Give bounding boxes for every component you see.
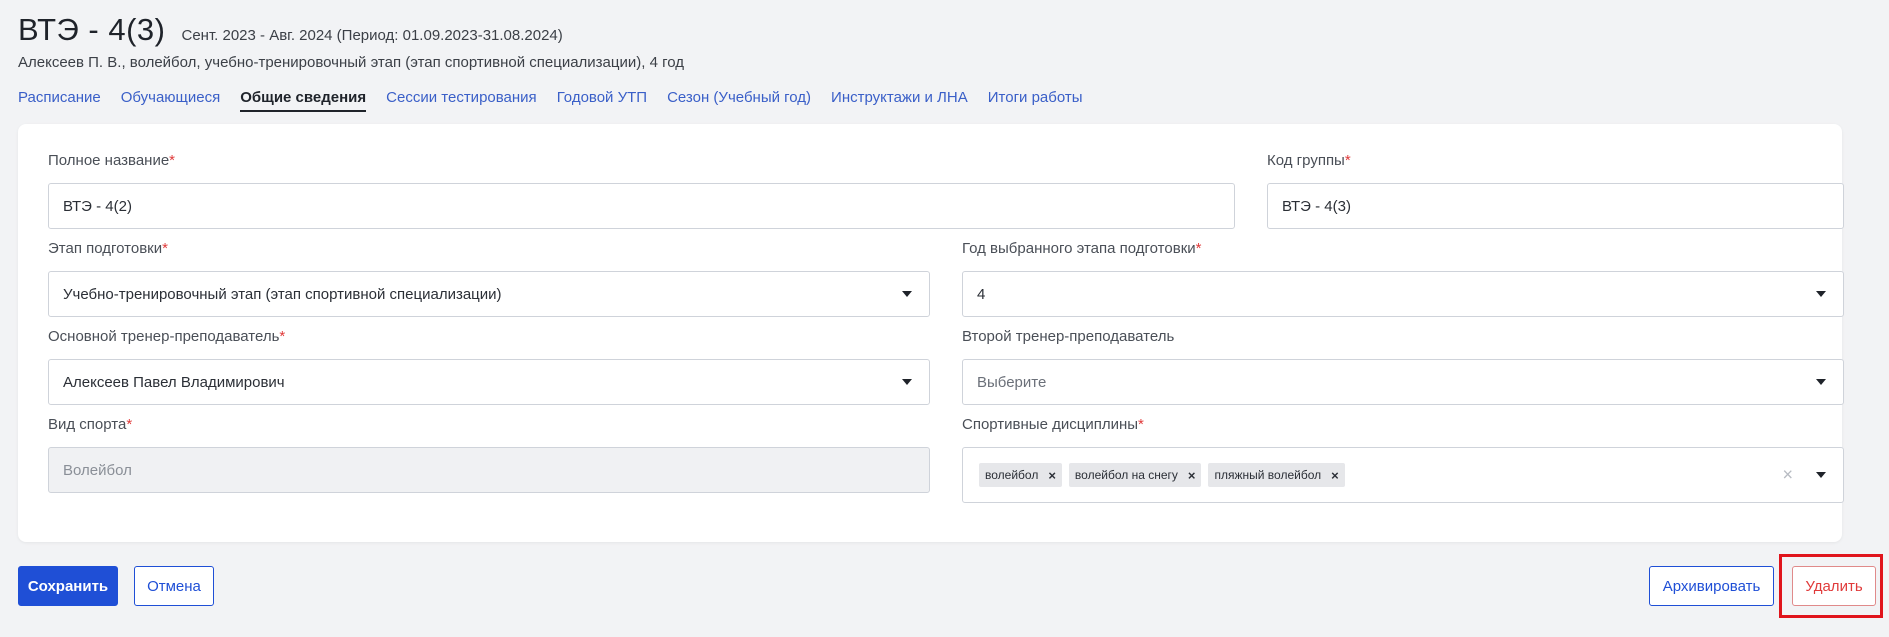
discipline-chip: волейбол на снегу × <box>1068 463 1202 487</box>
group-code-field: Код группы* ВТЭ - 4(3) <box>1267 152 1844 229</box>
stage-label: Этап подготовки <box>48 240 163 257</box>
chip-label: волейбол <box>985 468 1039 482</box>
general-info-form: Полное название* ВТЭ - 4(2) Код группы* … <box>18 124 1844 542</box>
second-coach-select[interactable]: Выберите <box>962 359 1844 405</box>
required-mark: * <box>169 152 176 169</box>
archive-button[interactable]: Архивировать <box>1649 566 1774 606</box>
tab-results[interactable]: Итоги работы <box>988 89 1083 112</box>
disciplines-multiselect[interactable]: волейбол × волейбол на снегу × пляжный в… <box>962 447 1844 503</box>
tab-annual-plan[interactable]: Годовой УТП <box>557 89 647 112</box>
discipline-chip: пляжный волейбол × <box>1208 463 1345 487</box>
tab-testing-sessions[interactable]: Сессии тестирования <box>386 89 537 112</box>
chip-label: пляжный волейбол <box>1214 468 1322 482</box>
full-name-label: Полное название <box>48 152 170 169</box>
sport-label: Вид спорта <box>48 416 127 433</box>
disciplines-field: Спортивные дисциплины* волейбол × волейб… <box>962 416 1844 503</box>
caret-down-icon[interactable] <box>1816 472 1826 478</box>
tab-season[interactable]: Сезон (Учебный год) <box>667 89 811 112</box>
main-coach-select[interactable]: Алексеев Павел Владимирович <box>48 359 930 405</box>
group-code-input[interactable]: ВТЭ - 4(3) <box>1267 183 1844 229</box>
tab-briefings[interactable]: Инструктажи и ЛНА <box>831 89 968 112</box>
caret-down-icon[interactable] <box>902 291 912 297</box>
stage-select[interactable]: Учебно-тренировочный этап (этап спортивн… <box>48 271 930 317</box>
caret-down-icon[interactable] <box>1816 291 1826 297</box>
required-mark: * <box>1138 416 1144 433</box>
main-coach-label: Основной тренер-преподаватель <box>48 328 280 345</box>
stage-field: Этап подготовки* Учебно-тренировочный эт… <box>48 240 930 317</box>
tab-general-info[interactable]: Общие сведения <box>240 89 367 112</box>
chip-label: волейбол на снегу <box>1074 468 1178 482</box>
close-icon[interactable]: × <box>1331 468 1339 483</box>
stage-year-select[interactable]: 4 <box>962 271 1844 317</box>
stage-year-field: Год выбранного этапа подготовки* 4 <box>962 240 1844 317</box>
required-mark: * <box>126 416 133 433</box>
sport-value: Волейбол <box>63 461 132 479</box>
sport-input: Волейбол <box>48 447 930 493</box>
required-mark: * <box>162 240 168 257</box>
disciplines-label: Спортивные дисциплины <box>962 416 1139 433</box>
required-mark: * <box>1195 240 1202 257</box>
group-code-value: ВТЭ - 4(3) <box>1282 197 1351 215</box>
tab-schedule[interactable]: Расписание <box>18 89 101 112</box>
page-header: ВТЭ - 4(3) Сент. 2023 - Авг. 2024 (Перио… <box>18 12 684 71</box>
tab-bar: Расписание Обучающиеся Общие сведения Се… <box>18 89 1103 112</box>
full-name-input[interactable]: ВТЭ - 4(2) <box>48 183 1235 229</box>
full-name-value: ВТЭ - 4(2) <box>63 197 132 215</box>
stage-year-label: Год выбранного этапа подготовки <box>962 240 1196 257</box>
stage-year-value: 4 <box>977 285 986 303</box>
stage-value: Учебно-тренировочный этап (этап спортивн… <box>63 285 502 303</box>
clear-icon[interactable]: × <box>1782 465 1793 486</box>
required-mark: * <box>279 328 286 345</box>
second-coach-placeholder: Выберите <box>977 373 1047 391</box>
tab-students[interactable]: Обучающиеся <box>121 89 221 112</box>
group-subtitle: Алексеев П. В., волейбол, учебно-трениро… <box>18 54 684 71</box>
delete-button[interactable]: Удалить <box>1792 566 1876 606</box>
caret-down-icon[interactable] <box>902 379 912 385</box>
second-coach-label: Второй тренер-преподаватель <box>962 328 1175 345</box>
save-button[interactable]: Сохранить <box>18 566 118 606</box>
sport-field: Вид спорта* Волейбол <box>48 416 930 493</box>
cancel-button[interactable]: Отмена <box>134 566 214 606</box>
caret-down-icon[interactable] <box>1816 379 1826 385</box>
main-coach-field: Основной тренер-преподаватель* Алексеев … <box>48 328 930 405</box>
full-name-field: Полное название* ВТЭ - 4(2) <box>48 152 1235 229</box>
period-info: Сент. 2023 - Авг. 2024 (Период: 01.09.20… <box>181 27 563 44</box>
required-mark: * <box>1344 152 1351 169</box>
discipline-chip: волейбол × <box>979 463 1062 487</box>
close-icon[interactable]: × <box>1188 468 1196 483</box>
page-title: ВТЭ - 4(3) <box>18 12 166 47</box>
main-coach-value: Алексеев Павел Владимирович <box>63 373 285 391</box>
second-coach-field: Второй тренер-преподаватель Выберите <box>962 328 1844 405</box>
group-code-label: Код группы <box>1267 152 1345 169</box>
delete-highlight: Удалить <box>1779 554 1883 618</box>
close-icon[interactable]: × <box>1048 468 1056 483</box>
